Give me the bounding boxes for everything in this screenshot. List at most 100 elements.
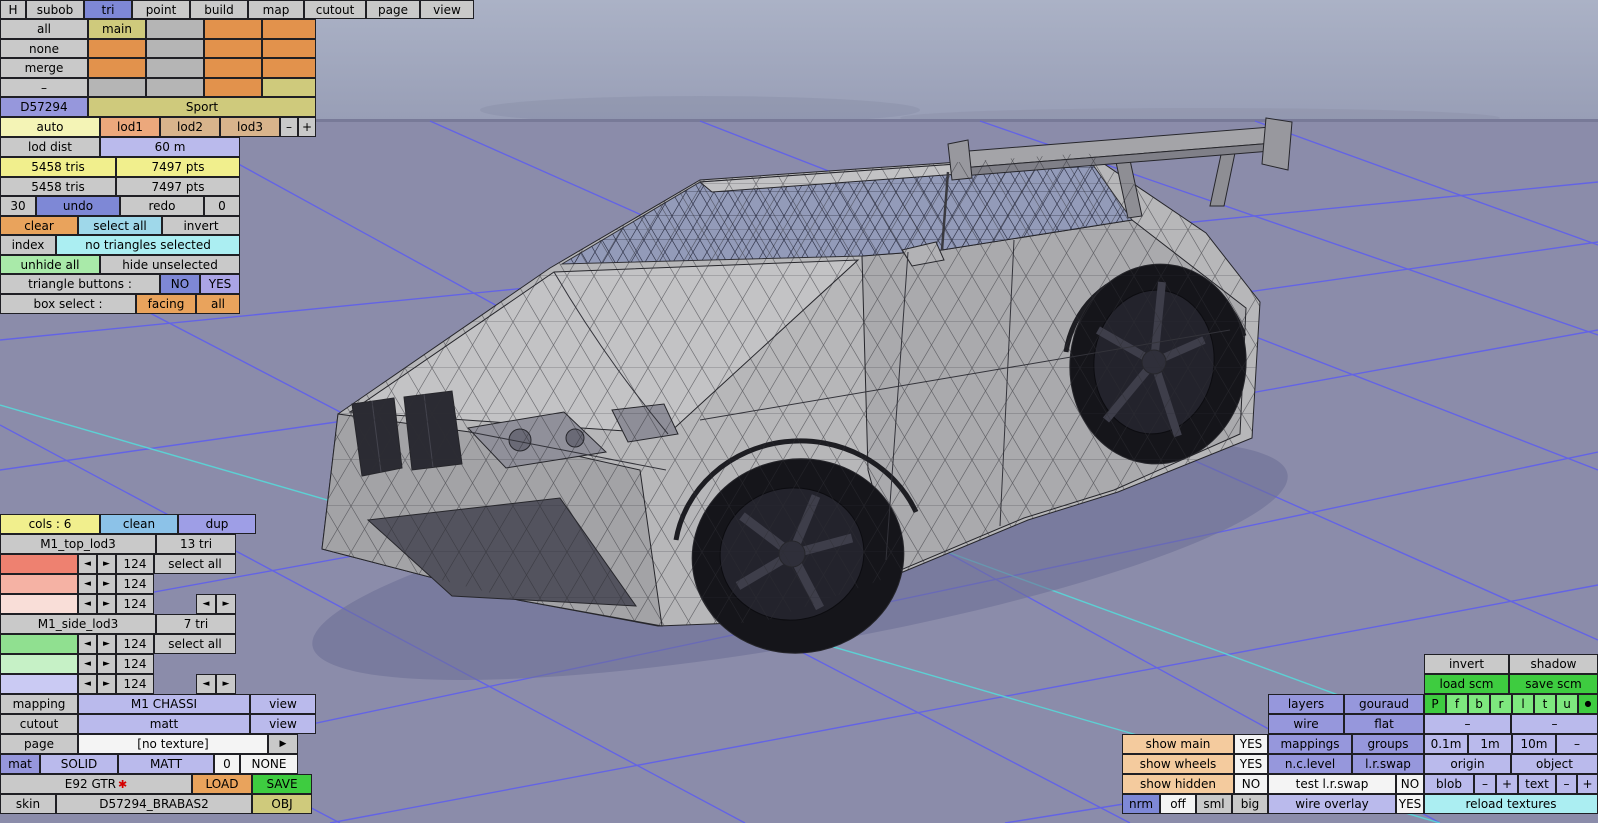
subob-grid-cell[interactable] — [88, 78, 146, 97]
skin-value-button[interactable]: D57294_BRABAS2 — [56, 794, 252, 814]
cols-clean-button[interactable]: clean — [100, 514, 178, 534]
cutout-value-button[interactable]: matt — [78, 714, 250, 734]
swatch-prev-button[interactable]: ◄ — [78, 674, 97, 694]
color-swatch[interactable] — [0, 574, 78, 594]
grid-scale-01m-button[interactable]: 0.1m — [1424, 734, 1468, 754]
swatch-prev-button[interactable]: ◄ — [78, 594, 97, 614]
swatch-next-button[interactable]: ► — [97, 554, 116, 574]
cutout-view-button[interactable]: view — [250, 714, 316, 734]
flag-dot-toggle[interactable]: ● — [1578, 694, 1598, 714]
swatch-select-all-button[interactable]: select all — [154, 634, 236, 654]
wire-button[interactable]: wire — [1268, 714, 1344, 734]
test-lr-swap-value[interactable]: NO — [1396, 774, 1424, 794]
swatch-prev-button[interactable]: ◄ — [78, 654, 97, 674]
cols-dup-button[interactable]: dup — [178, 514, 256, 534]
color-swatch[interactable] — [0, 554, 78, 574]
blob-button[interactable]: blob — [1424, 774, 1474, 794]
load-scm-button[interactable]: load scm — [1424, 674, 1509, 694]
mapping-value-button[interactable]: M1 CHASSI — [78, 694, 250, 714]
color-group-name[interactable]: M1_side_lod3 — [0, 614, 156, 634]
mapping-view-button[interactable]: view — [250, 694, 316, 714]
box-select-all-toggle[interactable]: all — [196, 294, 240, 314]
lod-plus-button[interactable]: + — [298, 117, 316, 137]
tab-view[interactable]: view — [420, 0, 474, 19]
nrm-big-toggle[interactable]: big — [1232, 794, 1268, 814]
swatch-value[interactable]: 124 — [116, 594, 154, 614]
group-prev-button[interactable]: ◄ — [196, 674, 216, 694]
flag-b-toggle[interactable]: b — [1468, 694, 1490, 714]
render-dash-b-button[interactable]: – — [1511, 714, 1598, 734]
group-next-button[interactable]: ► — [216, 674, 236, 694]
swatch-prev-button[interactable]: ◄ — [78, 554, 97, 574]
nc-level-button[interactable]: n.c.level — [1268, 754, 1352, 774]
lod-minus-button[interactable]: – — [280, 117, 298, 137]
color-swatch[interactable] — [0, 634, 78, 654]
text-minus-button[interactable]: – — [1556, 774, 1577, 794]
subob-grid-cell-main[interactable]: main — [88, 19, 146, 39]
subob-grid-cell[interactable] — [262, 78, 316, 97]
flag-l-toggle[interactable]: l — [1512, 694, 1534, 714]
mat-none-field[interactable]: NONE — [240, 754, 298, 774]
subob-dash-button[interactable]: – — [0, 78, 88, 97]
index-button[interactable]: index — [0, 235, 56, 255]
undo-button[interactable]: undo — [36, 196, 120, 216]
triangle-buttons-no-toggle[interactable]: NO — [160, 274, 200, 294]
tab-build[interactable]: build — [190, 0, 248, 19]
color-group-name[interactable]: M1_top_lod3 — [0, 534, 156, 554]
swatch-value[interactable]: 124 — [116, 674, 154, 694]
layers-button[interactable]: layers — [1268, 694, 1344, 714]
subob-grid-cell[interactable] — [204, 58, 262, 78]
tab-point[interactable]: point — [132, 0, 190, 19]
subob-grid-cell[interactable] — [204, 78, 262, 97]
subob-grid-cell[interactable] — [146, 19, 204, 39]
mat-matt-button[interactable]: MATT — [118, 754, 214, 774]
swatch-value[interactable]: 124 — [116, 554, 154, 574]
nrm-sml-toggle[interactable]: sml — [1196, 794, 1232, 814]
cols-count-button[interactable]: cols : 6 — [0, 514, 100, 534]
load-button[interactable]: LOAD — [192, 774, 252, 794]
subob-grid-cell[interactable] — [204, 19, 262, 39]
wire-overlay-toggle[interactable]: wire overlay — [1268, 794, 1396, 814]
swatch-value[interactable]: 124 — [116, 574, 154, 594]
nrm-toggle[interactable]: nrm — [1122, 794, 1160, 814]
origin-button[interactable]: origin — [1424, 754, 1511, 774]
show-wheels-value[interactable]: YES — [1234, 754, 1268, 774]
swatch-next-button[interactable]: ► — [97, 654, 116, 674]
wire-overlay-value[interactable]: YES — [1396, 794, 1424, 814]
lod3-button[interactable]: lod3 — [220, 117, 280, 137]
grid-scale-dash-button[interactable]: – — [1556, 734, 1598, 754]
texture-field[interactable]: [no texture] — [78, 734, 268, 754]
unhide-all-button[interactable]: unhide all — [0, 255, 100, 274]
swatch-next-button[interactable]: ► — [97, 634, 116, 654]
object-name-button[interactable]: Sport — [88, 97, 316, 117]
save-button[interactable]: SAVE — [252, 774, 312, 794]
blob-minus-button[interactable]: – — [1474, 774, 1496, 794]
flat-button[interactable]: flat — [1344, 714, 1424, 734]
grid-scale-1m-button[interactable]: 1m — [1468, 734, 1512, 754]
hide-unselected-button[interactable]: hide unselected — [100, 255, 240, 274]
nrm-off-toggle[interactable]: off — [1160, 794, 1196, 814]
flag-r-toggle[interactable]: r — [1490, 694, 1512, 714]
group-prev-button[interactable]: ◄ — [196, 594, 216, 614]
flag-u-toggle[interactable]: u — [1556, 694, 1578, 714]
triangle-buttons-yes-toggle[interactable]: YES — [200, 274, 240, 294]
subob-grid-cell[interactable] — [204, 39, 262, 58]
mat-solid-button[interactable]: SOLID — [40, 754, 118, 774]
tab-subob[interactable]: subob — [26, 0, 84, 19]
swatch-value[interactable]: 124 — [116, 654, 154, 674]
flag-p-toggle[interactable]: P — [1424, 694, 1446, 714]
clear-selection-button[interactable]: clear — [0, 216, 78, 235]
text-plus-button[interactable]: + — [1577, 774, 1598, 794]
subob-grid-cell[interactable] — [262, 58, 316, 78]
swatch-select-all-button[interactable]: select all — [154, 554, 236, 574]
swatch-next-button[interactable]: ► — [97, 574, 116, 594]
swatch-value[interactable]: 124 — [116, 634, 154, 654]
gouraud-button[interactable]: gouraud — [1344, 694, 1424, 714]
group-next-button[interactable]: ► — [216, 594, 236, 614]
model-name-field[interactable]: E92 GTR ✱ — [0, 774, 192, 794]
subob-grid-cell[interactable] — [262, 39, 316, 58]
lod1-button[interactable]: lod1 — [100, 117, 160, 137]
tab-tri[interactable]: tri — [84, 0, 132, 19]
show-hidden-value[interactable]: NO — [1234, 774, 1268, 794]
mappings-button[interactable]: mappings — [1268, 734, 1352, 754]
